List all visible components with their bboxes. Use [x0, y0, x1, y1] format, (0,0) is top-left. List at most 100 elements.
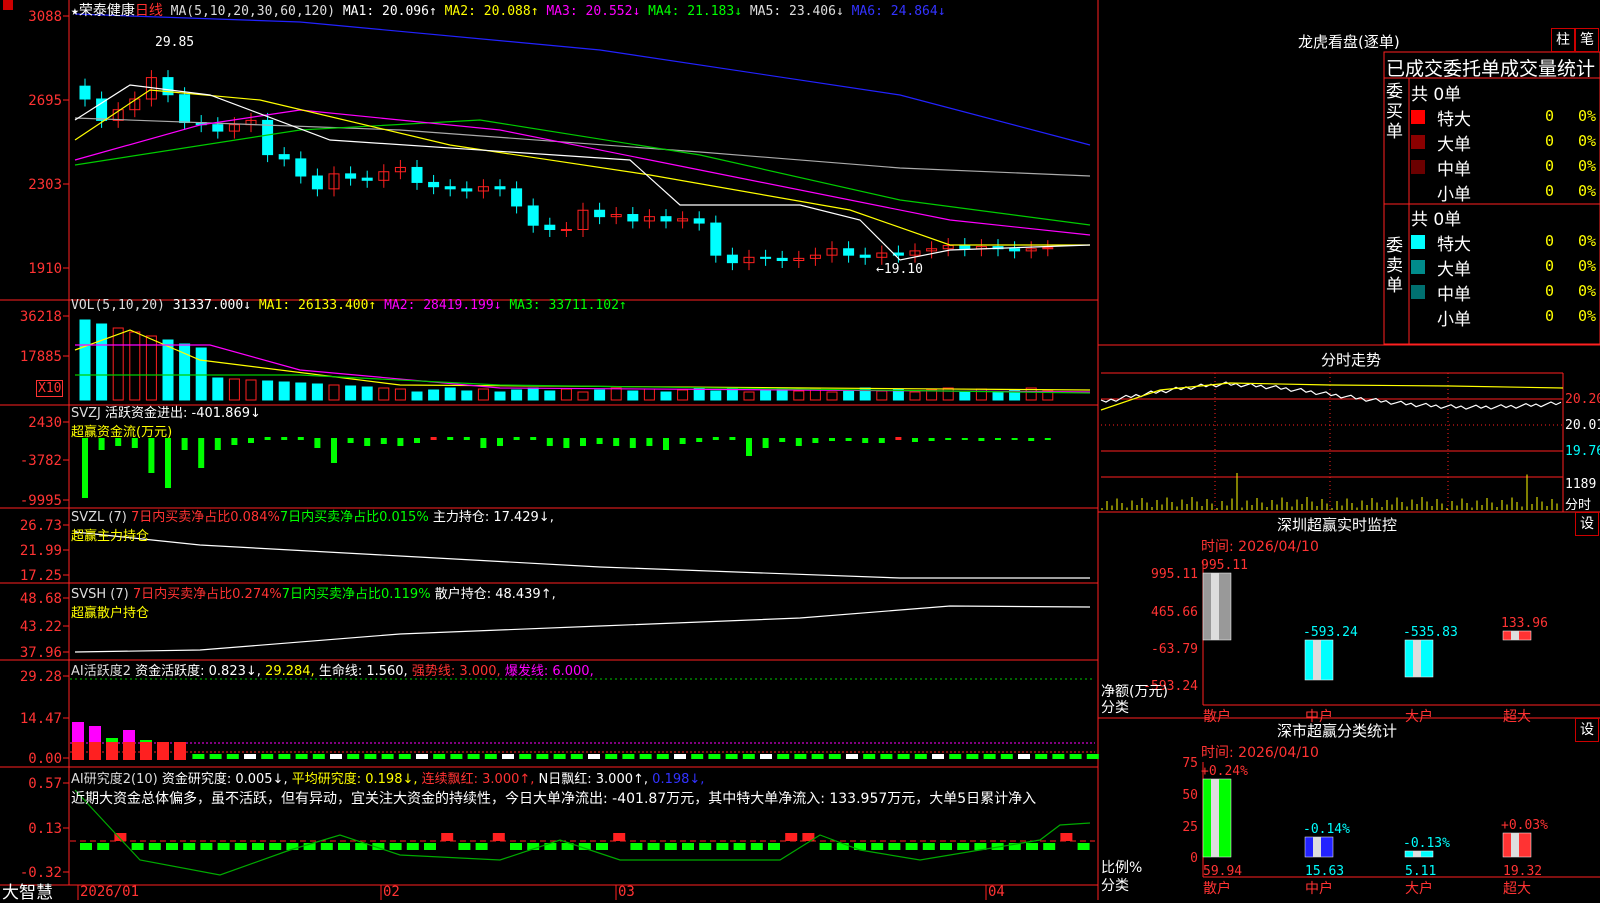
ai2-bar	[819, 843, 832, 850]
svzj-bar	[978, 438, 985, 441]
svzj-label: SVZJ	[71, 406, 101, 421]
flt-vlabel-2: 5.11	[1405, 864, 1436, 879]
flt-settings-button[interactable]: 设	[1575, 718, 1599, 742]
stock-chart-canvas[interactable]: 3088 2695 2303 1910 36218 17885 2430 -3782 -9995…	[0, 0, 1600, 900]
fenshi-price-line	[1100, 381, 1562, 410]
tick-mode-button[interactable]: 笔	[1575, 28, 1599, 52]
ai1-small-bar	[433, 754, 446, 759]
xaxis-label-1: 02	[383, 884, 400, 900]
svzl-label: SVZL (7)	[71, 510, 127, 525]
ai1-ytick-1: 14.47	[20, 711, 62, 727]
fenshi-title: 分时走势	[1321, 351, 1382, 369]
flt-ylabel: 比例%	[1101, 860, 1143, 876]
candle-body	[461, 188, 473, 192]
ai2-bar	[1077, 843, 1090, 850]
sell-name-2: 中单	[1437, 285, 1471, 305]
candle-body	[660, 216, 672, 222]
svzj-bar	[613, 438, 620, 446]
svzj-bar	[961, 438, 968, 440]
volume-bar	[228, 378, 240, 401]
sell-pct-1: 0%	[1578, 257, 1597, 275]
ai1-small-bar	[398, 754, 411, 759]
ai2-ytick-0: 0.57	[28, 776, 62, 792]
svzj-bar	[1044, 438, 1051, 440]
volume-bar	[743, 391, 755, 401]
ai2-bar	[389, 843, 402, 850]
ai2-bar	[338, 843, 350, 850]
period-label[interactable]: 日线	[135, 3, 163, 19]
ai1-small-bar	[656, 754, 669, 759]
ai2-bar	[768, 843, 780, 850]
szjk-settings-button[interactable]: 设	[1575, 512, 1599, 536]
svsh-value: 散户持仓: 48.439↑,	[434, 587, 556, 602]
buy-count-1: 0	[1545, 132, 1555, 150]
flt-cat-3: 超大	[1503, 881, 1531, 897]
ai2-bar	[699, 843, 712, 850]
flt-bar-highlight-2	[1413, 851, 1421, 857]
volume-bar	[909, 391, 921, 401]
svzj-bar	[696, 438, 703, 442]
volume-bar	[992, 391, 1004, 401]
ai1-small-bar	[347, 754, 360, 759]
svzl-ytick-0: 26.73	[20, 518, 62, 534]
ai1-small-bar	[949, 754, 962, 759]
sell-swatch-1	[1411, 260, 1425, 274]
svzj-bar	[762, 438, 769, 448]
flt-time: 时间: 2026/04/10	[1201, 745, 1319, 761]
ma1-value: MA1: 20.096↑	[342, 4, 437, 19]
ai2-label: AI研究度2(10)	[71, 772, 158, 787]
ai2-bar	[957, 843, 970, 850]
svzj-bar	[779, 438, 786, 442]
vol-unit-badge: X10	[36, 380, 64, 397]
vol-ma3: MA3: 33711.102↑	[509, 298, 627, 313]
stock-name[interactable]: 荣泰健康	[79, 3, 135, 19]
flt-bar-highlight-0	[1211, 779, 1219, 857]
flt-cat-1: 中户	[1305, 880, 1333, 897]
volume-bar	[660, 391, 672, 401]
vol-ma1: MA1: 26133.400↑	[258, 298, 377, 313]
volume-bar	[394, 388, 406, 401]
sell-total: 共 0单	[1411, 210, 1462, 230]
ai2-bar	[252, 843, 264, 850]
ma5-value: MA5: 23.406↓	[749, 4, 844, 19]
svzj-bar	[497, 438, 503, 446]
ai2-description: 近期大资金总体偏多，虽不活跃，但有异动，宜关注大资金的持续性，今日大单净流出: …	[71, 791, 1037, 807]
ai2-bar	[492, 833, 505, 841]
ai1-small-bar	[605, 754, 618, 759]
buy-side-label: 委买单	[1386, 82, 1403, 142]
ma3-value: MA3: 20.552↓	[546, 4, 641, 19]
ai1-value2: 29.284,	[265, 664, 315, 679]
lhkp-title: 龙虎看盘(逐单)	[1298, 33, 1400, 51]
svzj-bar	[580, 438, 586, 446]
sell-pct-2: 0%	[1578, 282, 1597, 300]
svzj-bar	[878, 438, 885, 443]
ai2-bar	[475, 843, 488, 850]
svzj-subtitle: 超赢资金流(万元)	[71, 425, 173, 440]
volume-bar	[627, 390, 639, 401]
buy-name-1: 大单	[1437, 135, 1471, 155]
column-mode-button[interactable]: 柱	[1551, 28, 1575, 52]
ai1-burstline: 爆发线: 6.000,	[504, 664, 594, 679]
main-header: ★荣泰健康日线 MA(5,10,20,30,60,120) MA1: 20.09…	[71, 0, 946, 20]
szjk-bar-highlight-3	[1511, 631, 1519, 640]
svzj-tick	[297, 437, 304, 440]
ai2-bar	[750, 843, 763, 850]
ai1-strongline: 强势线: 3.000,	[411, 664, 501, 679]
svzj-bar	[314, 438, 321, 448]
volume-bar	[494, 391, 506, 401]
ai2-bar	[733, 843, 746, 850]
volume-bar	[959, 390, 971, 401]
flt-title: 深市超赢分类统计	[1277, 722, 1398, 740]
app-menu-icon[interactable]	[3, 0, 13, 10]
svzj-bar	[746, 438, 752, 456]
sell-side-label: 委卖单	[1386, 236, 1403, 296]
ai2-bar	[183, 843, 196, 850]
volume-bar	[195, 347, 207, 401]
ai1-small-bar	[467, 754, 480, 759]
candle-body	[345, 173, 357, 179]
ai2-bar	[940, 843, 952, 850]
svzj-bar	[646, 438, 653, 446]
candle-body	[411, 166, 423, 183]
vol-ma2-line	[75, 344, 1091, 393]
svzj-tick	[729, 437, 736, 440]
